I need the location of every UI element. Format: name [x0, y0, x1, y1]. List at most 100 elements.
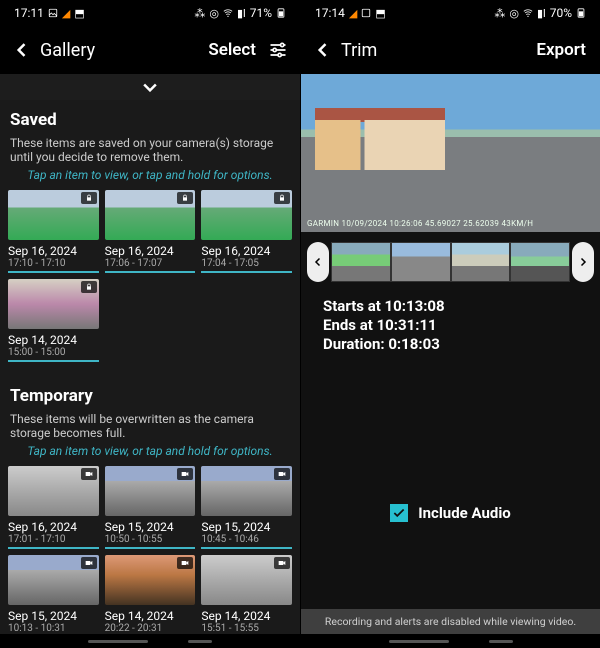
item-time: 17:01 - 17:10 [8, 534, 99, 549]
chevron-left-icon [313, 40, 333, 60]
battery-pct: 71% [250, 6, 272, 20]
list-item[interactable]: Sep 14, 2024 15:51 - 15:55 [201, 555, 292, 634]
strip-prev-button[interactable] [307, 242, 329, 282]
lock-icon [81, 192, 97, 204]
back-button[interactable] [10, 38, 34, 62]
video-icon [274, 557, 290, 569]
signal-icon: ▮l [237, 7, 246, 20]
item-date: Sep 16, 2024 [8, 244, 99, 258]
notif-icon: ◢ [62, 7, 70, 20]
recents-button[interactable] [389, 640, 449, 643]
include-audio-checkbox[interactable] [390, 504, 408, 522]
timeline-frames[interactable] [331, 242, 570, 282]
home-button[interactable] [489, 640, 513, 643]
gallery-screen: 17:11 ◢ ⬒ ⁂ ◎ ▮l 71% Gallery Select Save… [0, 0, 300, 648]
list-item[interactable]: Sep 16, 2024 17:10 - 17:10 [8, 190, 99, 273]
item-time: 17:06 - 17:07 [105, 258, 196, 273]
item-date: Sep 15, 2024 [8, 609, 99, 623]
export-button[interactable]: Export [536, 40, 586, 60]
ends-value: 10:31:11 [377, 316, 437, 334]
item-date: Sep 16, 2024 [201, 244, 292, 258]
item-time: 15:00 - 15:00 [8, 347, 99, 362]
select-button[interactable]: Select [208, 40, 256, 60]
lock-icon [81, 281, 97, 293]
list-item[interactable]: Sep 15, 2024 10:13 - 10:31 [8, 555, 99, 634]
image-icon [361, 8, 371, 18]
ends-label: Ends at [323, 316, 377, 334]
item-time: 17:04 - 17:05 [201, 258, 292, 273]
saved-tip: Tap an item to view, or tap and hold for… [0, 168, 300, 190]
back-button[interactable] [311, 38, 335, 62]
video-icon [274, 468, 290, 480]
thumbnail [201, 190, 292, 240]
bluetooth-icon: ⁂ [494, 7, 505, 20]
list-item[interactable]: Sep 16, 2024 17:06 - 17:07 [105, 190, 196, 273]
nav-bar [0, 634, 300, 648]
video-icon [81, 557, 97, 569]
lock-icon [177, 192, 193, 204]
trim-screen: 17:14 ◢ ⬒ ⁂ ◎ ▮l 70% Trim Export GARMIN … [300, 0, 600, 648]
temp-tip: Tap an item to view, or tap and hold for… [0, 444, 300, 466]
notif-icon-2: ⬒ [74, 7, 84, 20]
item-date: Sep 16, 2024 [105, 244, 196, 258]
saved-grid: Sep 16, 2024 17:10 - 17:10 Sep 16, 2024 … [0, 190, 300, 376]
item-date: Sep 14, 2024 [201, 609, 292, 623]
list-item[interactable]: Sep 14, 2024 15:00 - 15:00 [8, 279, 99, 362]
hotspot-icon: ◎ [209, 7, 219, 20]
recording-disabled-banner: Recording and alerts are disabled while … [301, 609, 600, 634]
saved-heading: Saved [0, 100, 300, 136]
video-icon [81, 468, 97, 480]
list-item[interactable]: Sep 15, 2024 10:45 - 10:46 [201, 466, 292, 549]
frame [331, 242, 391, 282]
list-item[interactable]: Sep 16, 2024 17:04 - 17:05 [201, 190, 292, 273]
status-bar: 17:14 ◢ ⬒ ⁂ ◎ ▮l 70% [301, 0, 600, 26]
battery-pct: 70% [550, 6, 572, 20]
status-time: 17:11 [14, 6, 44, 20]
list-item[interactable]: Sep 15, 2024 10:50 - 10:55 [105, 466, 196, 549]
item-date: Sep 14, 2024 [8, 333, 99, 347]
trim-info: Starts at 10:13:08 Ends at 10:31:11 Dura… [301, 296, 600, 354]
list-item[interactable]: Sep 16, 2024 17:01 - 17:10 [8, 466, 99, 549]
temp-desc: These items will be overwritten as the c… [0, 412, 300, 444]
starts-value: 10:13:08 [385, 297, 445, 315]
hotspot-icon: ◎ [509, 7, 519, 20]
tune-icon [268, 40, 288, 60]
timeline-strip [301, 232, 600, 296]
thumbnail [8, 190, 99, 240]
filter-button[interactable] [266, 38, 290, 62]
include-audio-label: Include Audio [418, 504, 511, 522]
strip-next-button[interactable] [572, 242, 594, 282]
bluetooth-icon: ⁂ [194, 7, 205, 20]
notif-icon-2: ⬒ [375, 7, 385, 20]
item-time: 10:50 - 10:55 [105, 534, 196, 549]
video-preview[interactable]: GARMIN 10/09/2024 10:26:06 45.69027 25.6… [301, 74, 600, 232]
thumbnail [105, 190, 196, 240]
item-date: Sep 14, 2024 [105, 609, 196, 623]
lock-icon [274, 192, 290, 204]
notif-icon: ◢ [349, 7, 357, 20]
page-title: Trim [341, 40, 536, 61]
image-icon [48, 8, 58, 18]
item-time: 17:10 - 17:10 [8, 258, 99, 273]
building-decoration [315, 120, 445, 170]
wifi-icon [223, 8, 233, 18]
thumbnail [8, 555, 99, 605]
list-item[interactable]: Sep 14, 2024 20:22 - 20:31 [105, 555, 196, 634]
frame [451, 242, 511, 282]
recents-button[interactable] [88, 640, 148, 643]
thumbnail [105, 555, 196, 605]
home-button[interactable] [188, 640, 212, 643]
item-time: 10:13 - 10:31 [8, 623, 99, 634]
gallery-appbar: Gallery Select [0, 26, 300, 74]
temp-heading: Temporary [0, 376, 300, 412]
item-date: Sep 15, 2024 [201, 520, 292, 534]
wifi-icon [523, 8, 533, 18]
signal-icon: ▮l [537, 7, 546, 20]
video-icon [177, 557, 193, 569]
item-time: 15:51 - 15:55 [201, 623, 292, 634]
item-time: 10:45 - 10:46 [201, 534, 292, 549]
item-date: Sep 16, 2024 [8, 520, 99, 534]
temp-grid: Sep 16, 2024 17:01 - 17:10 Sep 15, 2024 … [0, 466, 300, 634]
include-audio-row[interactable]: Include Audio [301, 504, 600, 522]
collapse-row[interactable] [0, 74, 300, 100]
